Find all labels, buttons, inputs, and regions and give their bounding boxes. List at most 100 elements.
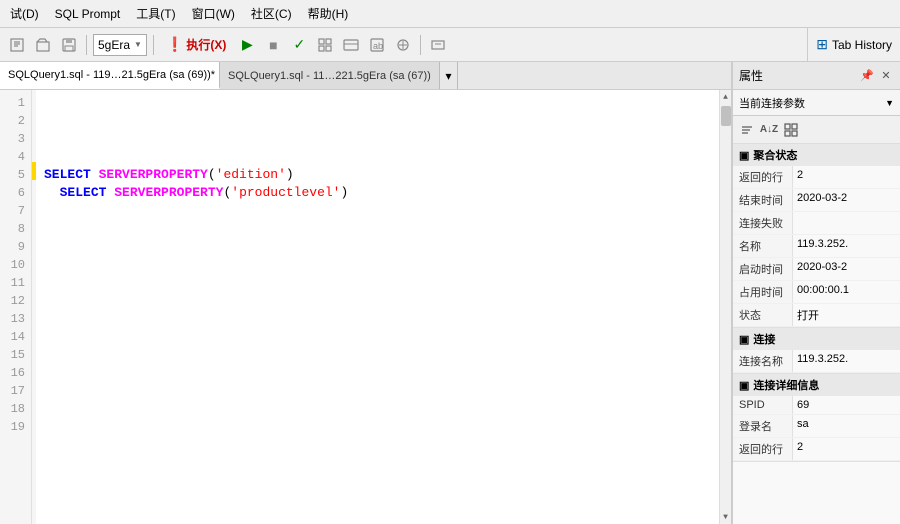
- tab-strip: SQLQuery1.sql - 119…21.5gEra (sa (69))* …: [0, 62, 731, 90]
- tab-dropdown-button[interactable]: ▾: [440, 62, 458, 89]
- tab1-label: SQLQuery1.sql - 119…21.5gEra (sa (69))*: [8, 69, 215, 81]
- prop-row-duration: 占用时间 00:00:00.1: [733, 281, 900, 304]
- prop-value-end-time: 2020-03-2: [793, 189, 900, 211]
- code-line-10: [44, 256, 711, 274]
- toolbar-stop-icon[interactable]: ■: [262, 34, 284, 56]
- toolbar-btn-5[interactable]: [340, 34, 362, 56]
- code-line-5: SELECT SERVERPROPERTY('edition'): [44, 166, 711, 184]
- prop-name-return: 返回的行: [733, 166, 793, 188]
- prop-name-start-time: 启动时间: [733, 258, 793, 280]
- prop-value-name: 119.3.252.: [793, 235, 900, 257]
- panel-az-sort-btn[interactable]: A↓Z: [759, 120, 779, 140]
- toolbar-open[interactable]: [32, 34, 54, 56]
- code-line-12: [44, 292, 711, 310]
- prop-value-start-time: 2020-03-2: [793, 258, 900, 280]
- code-editor[interactable]: 12345 678910 1112131415 16171819: [0, 90, 731, 524]
- prop-row-status: 状态 打开: [733, 304, 900, 327]
- prop-name-name: 名称: [733, 235, 793, 257]
- prop-row-return-count: 返回的行 2: [733, 166, 900, 189]
- tab-history-button[interactable]: ⊞ Tab History: [807, 28, 900, 62]
- prop-row-name: 名称 119.3.252.: [733, 235, 900, 258]
- connection-dropdown[interactable]: 5gEra ▼: [93, 34, 147, 56]
- prop-name-end-time: 结束时间: [733, 189, 793, 211]
- code-line-16: [44, 364, 711, 382]
- toolbar: 5gEra ▼ ❗ 执行(X) ▶ ■ ✓ ab ⊞ Tab History: [0, 28, 900, 62]
- panel-dropdown-label: 当前连接参数: [739, 95, 881, 111]
- code-line-13: [44, 310, 711, 328]
- menu-help[interactable]: 帮助(H): [304, 3, 353, 24]
- prop-row-conn-fail: 连接失败: [733, 212, 900, 235]
- prop-name-return2: 返回的行: [733, 438, 793, 460]
- toolbar-sep-2: [153, 35, 154, 55]
- panel-title: 属性: [739, 67, 763, 84]
- section-connection-title: 连接: [753, 331, 775, 347]
- execute-label: 执行(X): [186, 36, 226, 53]
- menu-test[interactable]: 试(D): [6, 3, 43, 24]
- tab2-label: SQLQuery1.sql - 11…221.5gEra (sa (67)): [228, 70, 431, 82]
- section-aggregate-expand-icon: ▣: [739, 149, 749, 162]
- menu-window[interactable]: 窗口(W): [188, 3, 239, 24]
- menu-sql-prompt[interactable]: SQL Prompt: [51, 5, 125, 23]
- code-line-3: [44, 130, 711, 148]
- menubar: 试(D) SQL Prompt 工具(T) 窗口(W) 社区(C) 帮助(H): [0, 0, 900, 28]
- section-conn-detail: ▣ 连接详细信息 SPID 69 登录名 sa 返回的行 2: [733, 374, 900, 462]
- section-conn-detail-expand-icon: ▣: [739, 379, 749, 392]
- toolbar-checkmark[interactable]: ✓: [288, 34, 310, 56]
- panel-sort-btn[interactable]: [737, 120, 757, 140]
- panel-pin-icon[interactable]: 📌: [859, 68, 875, 84]
- code-content-area[interactable]: SELECT SERVERPROPERTY('edition') SELECT …: [36, 90, 719, 524]
- code-line-9: [44, 238, 711, 256]
- toolbar-btn-6[interactable]: ab: [366, 34, 388, 56]
- execute-button[interactable]: ❗ 执行(X): [160, 33, 232, 56]
- dropdown-arrow-icon: ▼: [134, 40, 142, 49]
- section-aggregate-header[interactable]: ▣ 聚合状态: [733, 144, 900, 166]
- code-line-19: [44, 418, 711, 436]
- prop-value-spid: 69: [793, 396, 900, 414]
- code-line-18: [44, 400, 711, 418]
- toolbar-btn-4[interactable]: [314, 34, 336, 56]
- prop-row-end-time: 结束时间 2020-03-2: [733, 189, 900, 212]
- connection-value: 5gEra: [98, 38, 130, 52]
- scroll-down-icon[interactable]: ▼: [720, 510, 732, 524]
- panel-dropdown[interactable]: 当前连接参数 ▼: [733, 90, 900, 116]
- section-conn-detail-title: 连接详细信息: [753, 377, 819, 393]
- toolbar-save[interactable]: [58, 34, 80, 56]
- editor-scrollbar[interactable]: ▲ ▼: [719, 90, 731, 524]
- execute-icon: ❗: [166, 36, 183, 53]
- menu-tools[interactable]: 工具(T): [132, 3, 179, 24]
- main-area: SQLQuery1.sql - 119…21.5gEra (sa (69))* …: [0, 62, 900, 524]
- scroll-thumb[interactable]: [721, 106, 731, 126]
- section-connection-header[interactable]: ▣ 连接: [733, 328, 900, 350]
- panel-dropdown-arrow-icon: ▼: [885, 98, 894, 108]
- prop-name-status: 状态: [733, 304, 793, 326]
- code-line-4: [44, 148, 711, 166]
- toolbar-btn-8[interactable]: [427, 34, 449, 56]
- section-conn-detail-header[interactable]: ▣ 连接详细信息: [733, 374, 900, 396]
- code-line-1: [44, 94, 711, 112]
- prop-value-duration: 00:00:00.1: [793, 281, 900, 303]
- prop-value-login: sa: [793, 415, 900, 437]
- panel-toolbar: A↓Z: [733, 116, 900, 144]
- tab-query2[interactable]: SQLQuery1.sql - 11…221.5gEra (sa (67)) ✕: [220, 62, 440, 89]
- code-line-14: [44, 328, 711, 346]
- menu-community[interactable]: 社区(C): [247, 3, 296, 24]
- tab-query1[interactable]: SQLQuery1.sql - 119…21.5gEra (sa (69))* …: [0, 62, 220, 89]
- panel-close-icon[interactable]: ✕: [878, 68, 894, 84]
- code-line-6: SELECT SERVERPROPERTY('productlevel'): [44, 184, 711, 202]
- scroll-up-icon[interactable]: ▲: [720, 90, 732, 104]
- prop-row-spid: SPID 69: [733, 396, 900, 415]
- panel-categorize-btn[interactable]: [781, 120, 801, 140]
- properties-panel: 属性 📌 ✕ 当前连接参数 ▼ A↓Z ▣: [732, 62, 900, 524]
- code-line-15: [44, 346, 711, 364]
- section-connection-expand-icon: ▣: [739, 333, 749, 346]
- prop-value-status: 打开: [793, 304, 900, 326]
- toolbar-run-icon[interactable]: ▶: [236, 34, 258, 56]
- toolbar-new-query[interactable]: [6, 34, 28, 56]
- prop-row-return2: 返回的行 2: [733, 438, 900, 461]
- tab-history-label: Tab History: [832, 38, 892, 52]
- section-aggregate-title: 聚合状态: [753, 147, 797, 163]
- prop-name-conn-name: 连接名称: [733, 350, 793, 372]
- property-tree: ▣ 聚合状态 返回的行 2 结束时间 2020-03-2 连接失败 名称: [733, 144, 900, 524]
- toolbar-btn-7[interactable]: [392, 34, 414, 56]
- scroll-track[interactable]: [720, 104, 731, 510]
